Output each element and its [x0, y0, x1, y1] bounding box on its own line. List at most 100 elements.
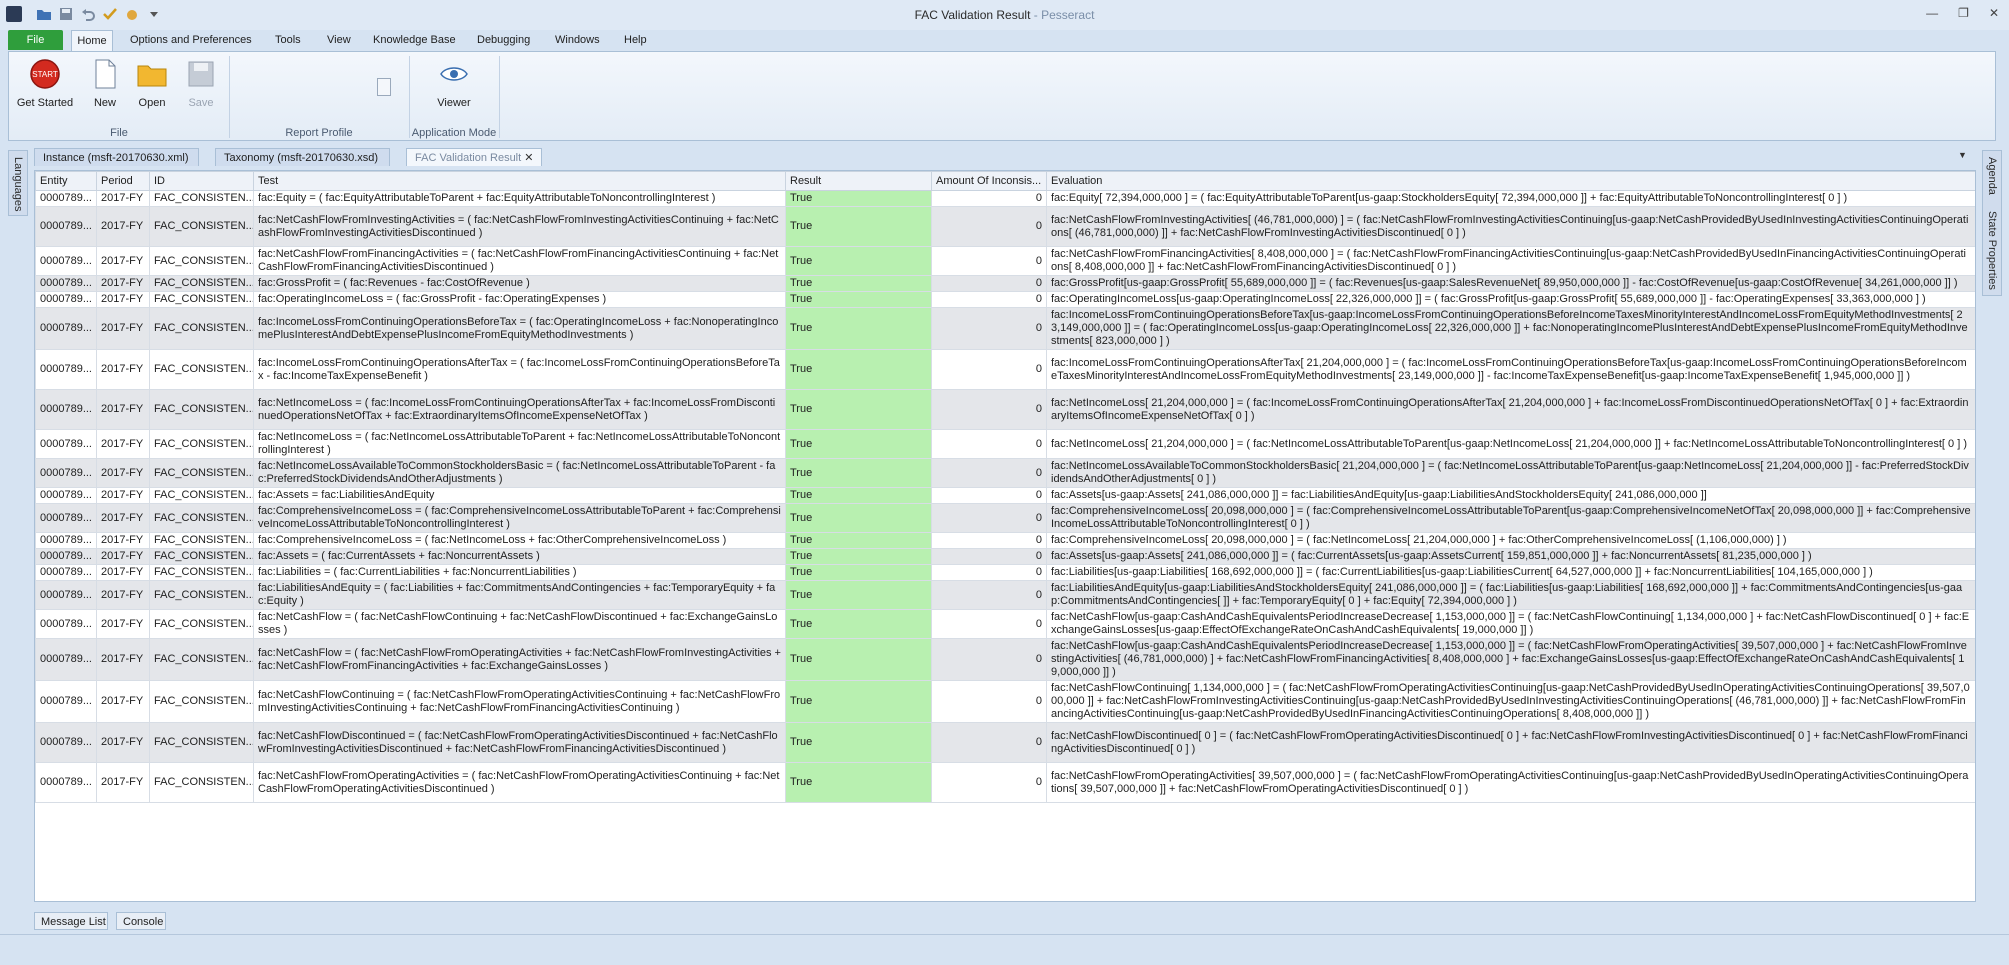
cell-test[interactable]: fac:GrossProfit = ( fac:Revenues - fac:C… — [253, 275, 786, 292]
table-row[interactable]: 0000789... 2017-FY FAC_CONSISTEN... fac:Gro… — [35, 275, 1975, 292]
table-row[interactable]: 0000789... 2017-FY FAC_CONSISTEN... fac:Net… — [35, 458, 1975, 488]
cell-period[interactable]: 2017-FY — [96, 307, 150, 350]
cell-period[interactable]: 2017-FY — [96, 564, 150, 581]
tab-tools[interactable]: Tools — [275, 34, 301, 46]
new-button[interactable]: New — [85, 58, 125, 109]
cell-test[interactable]: fac:IncomeLossFromContinuingOperationsAf… — [253, 349, 786, 390]
cell-result[interactable]: True — [785, 609, 932, 639]
cell-id[interactable]: FAC_CONSISTEN... — [149, 532, 254, 549]
cell-id[interactable]: FAC_CONSISTEN... — [149, 429, 254, 459]
cell-period[interactable]: 2017-FY — [96, 548, 150, 565]
cell-entity[interactable]: 0000789... — [35, 206, 97, 247]
cell-period[interactable]: 2017-FY — [96, 206, 150, 247]
cell-result[interactable]: True — [785, 246, 932, 276]
column-header-id[interactable]: ID — [149, 171, 254, 191]
tab-instance[interactable]: Instance (msft-20170630.xml) — [34, 148, 199, 166]
cell-amount[interactable]: 0 — [931, 458, 1047, 488]
cell-result[interactable]: True — [785, 389, 932, 430]
cell-test[interactable]: fac:Assets = fac:LiabilitiesAndEquity — [253, 487, 786, 504]
viewer-button[interactable]: Viewer — [429, 58, 479, 109]
cell-test[interactable]: fac:Assets = ( fac:CurrentAssets + fac:N… — [253, 548, 786, 565]
cell-result[interactable]: True — [785, 429, 932, 459]
cell-amount[interactable]: 0 — [931, 609, 1047, 639]
cell-amount[interactable]: 0 — [931, 580, 1047, 610]
cell-id[interactable]: FAC_CONSISTEN... — [149, 564, 254, 581]
cell-id[interactable]: FAC_CONSISTEN... — [149, 246, 254, 276]
cell-amount[interactable]: 0 — [931, 564, 1047, 581]
tab-fac-validation-result[interactable]: FAC Validation Result ✕ — [406, 148, 542, 166]
cell-test[interactable]: fac:ComprehensiveIncomeLoss = ( fac:NetI… — [253, 532, 786, 549]
tab-view[interactable]: View — [327, 34, 351, 46]
cell-evaluation[interactable]: fac:IncomeLossFromContinuingOperationsAf… — [1046, 349, 1975, 390]
table-row[interactable]: 0000789... 2017-FY FAC_CONSISTEN... fac:Com… — [35, 532, 1975, 549]
cell-period[interactable]: 2017-FY — [96, 487, 150, 504]
cell-id[interactable]: FAC_CONSISTEN... — [149, 307, 254, 350]
cell-test[interactable]: fac:Liabilities = ( fac:CurrentLiabiliti… — [253, 564, 786, 581]
cell-test[interactable]: fac:NetCashFlowFromOperatingActivities =… — [253, 762, 786, 803]
cell-result[interactable]: True — [785, 762, 932, 803]
open-button[interactable]: Open — [129, 58, 175, 109]
agenda-tab[interactable]: Agenda — [1986, 157, 1998, 195]
cell-entity[interactable]: 0000789... — [35, 307, 97, 350]
close-button[interactable]: ✕ — [1989, 6, 1999, 20]
cell-entity[interactable]: 0000789... — [35, 609, 97, 639]
cell-period[interactable]: 2017-FY — [96, 580, 150, 610]
cell-period[interactable]: 2017-FY — [96, 275, 150, 292]
cell-evaluation[interactable]: fac:NetCashFlowFromFinancingActivities[ … — [1046, 246, 1975, 276]
column-header-period[interactable]: Period — [96, 171, 150, 191]
cell-id[interactable]: FAC_CONSISTEN... — [149, 548, 254, 565]
cell-entity[interactable]: 0000789... — [35, 349, 97, 390]
table-row[interactable]: 0000789... 2017-FY FAC_CONSISTEN... fac:Net… — [35, 762, 1975, 803]
cell-entity[interactable]: 0000789... — [35, 762, 97, 803]
table-row[interactable]: 0000789... 2017-FY FAC_CONSISTEN... fac:Net… — [35, 722, 1975, 763]
cell-test[interactable]: fac:ComprehensiveIncomeLoss = ( fac:Comp… — [253, 503, 786, 533]
cell-id[interactable]: FAC_CONSISTEN... — [149, 680, 254, 723]
state-properties-tab[interactable]: State Properties — [1986, 211, 1998, 290]
cell-entity[interactable]: 0000789... — [35, 246, 97, 276]
cell-entity[interactable]: 0000789... — [35, 638, 97, 681]
cell-period[interactable]: 2017-FY — [96, 762, 150, 803]
cell-amount[interactable]: 0 — [931, 429, 1047, 459]
column-header-result[interactable]: Result — [785, 171, 932, 191]
cell-id[interactable]: FAC_CONSISTEN... — [149, 291, 254, 308]
cell-id[interactable]: FAC_CONSISTEN... — [149, 580, 254, 610]
cell-evaluation[interactable]: fac:NetCashFlow[us-gaap:CashAndCashEquiv… — [1046, 638, 1975, 681]
cell-result[interactable]: True — [785, 190, 932, 207]
cell-period[interactable]: 2017-FY — [96, 389, 150, 430]
cell-period[interactable]: 2017-FY — [96, 246, 150, 276]
cell-id[interactable]: FAC_CONSISTEN... — [149, 458, 254, 488]
cell-entity[interactable]: 0000789... — [35, 487, 97, 504]
cell-evaluation[interactable]: fac:NetIncomeLossAvailableToCommonStockh… — [1046, 458, 1975, 488]
minimize-button[interactable]: — — [1926, 6, 1938, 20]
cell-amount[interactable]: 0 — [931, 503, 1047, 533]
column-header-evaluation[interactable]: Evaluation — [1046, 171, 1975, 191]
cell-entity[interactable]: 0000789... — [35, 458, 97, 488]
cell-id[interactable]: FAC_CONSISTEN... — [149, 389, 254, 430]
table-row[interactable]: 0000789... 2017-FY FAC_CONSISTEN... fac:Net… — [35, 389, 1975, 430]
cell-result[interactable]: True — [785, 458, 932, 488]
cell-id[interactable]: FAC_CONSISTEN... — [149, 349, 254, 390]
cell-test[interactable]: fac:Equity = ( fac:EquityAttributableToP… — [253, 190, 786, 207]
cell-entity[interactable]: 0000789... — [35, 503, 97, 533]
cell-id[interactable]: FAC_CONSISTEN... — [149, 609, 254, 639]
cell-id[interactable]: FAC_CONSISTEN... — [149, 722, 254, 763]
tab-message-list[interactable]: Message List — [34, 912, 108, 930]
cell-evaluation[interactable]: fac:NetCashFlowFromOperatingActivities[ … — [1046, 762, 1975, 803]
cell-test[interactable]: fac:IncomeLossFromContinuingOperationsBe… — [253, 307, 786, 350]
cell-evaluation[interactable]: fac:NetIncomeLoss[ 21,204,000,000 ] = ( … — [1046, 429, 1975, 459]
cell-amount[interactable]: 0 — [931, 638, 1047, 681]
cell-amount[interactable]: 0 — [931, 722, 1047, 763]
table-row[interactable]: 0000789... 2017-FY FAC_CONSISTEN... fac:Inc… — [35, 349, 1975, 390]
cell-test[interactable]: fac:NetCashFlowContinuing = ( fac:NetCas… — [253, 680, 786, 723]
cell-test[interactable]: fac:NetCashFlowDiscontinued = ( fac:NetC… — [253, 722, 786, 763]
table-row[interactable]: 0000789... 2017-FY FAC_CONSISTEN... fac:Net… — [35, 429, 1975, 459]
column-header-test[interactable]: Test — [253, 171, 786, 191]
cell-amount[interactable]: 0 — [931, 275, 1047, 292]
cell-entity[interactable]: 0000789... — [35, 548, 97, 565]
cell-result[interactable]: True — [785, 349, 932, 390]
cell-evaluation[interactable]: fac:LiabilitiesAndEquity[us-gaap:Liabili… — [1046, 580, 1975, 610]
cell-result[interactable]: True — [785, 503, 932, 533]
cell-test[interactable]: fac:NetIncomeLoss = ( fac:NetIncomeLossA… — [253, 429, 786, 459]
restore-button[interactable]: ❐ — [1958, 6, 1969, 20]
cell-test[interactable]: fac:LiabilitiesAndEquity = ( fac:Liabili… — [253, 580, 786, 610]
